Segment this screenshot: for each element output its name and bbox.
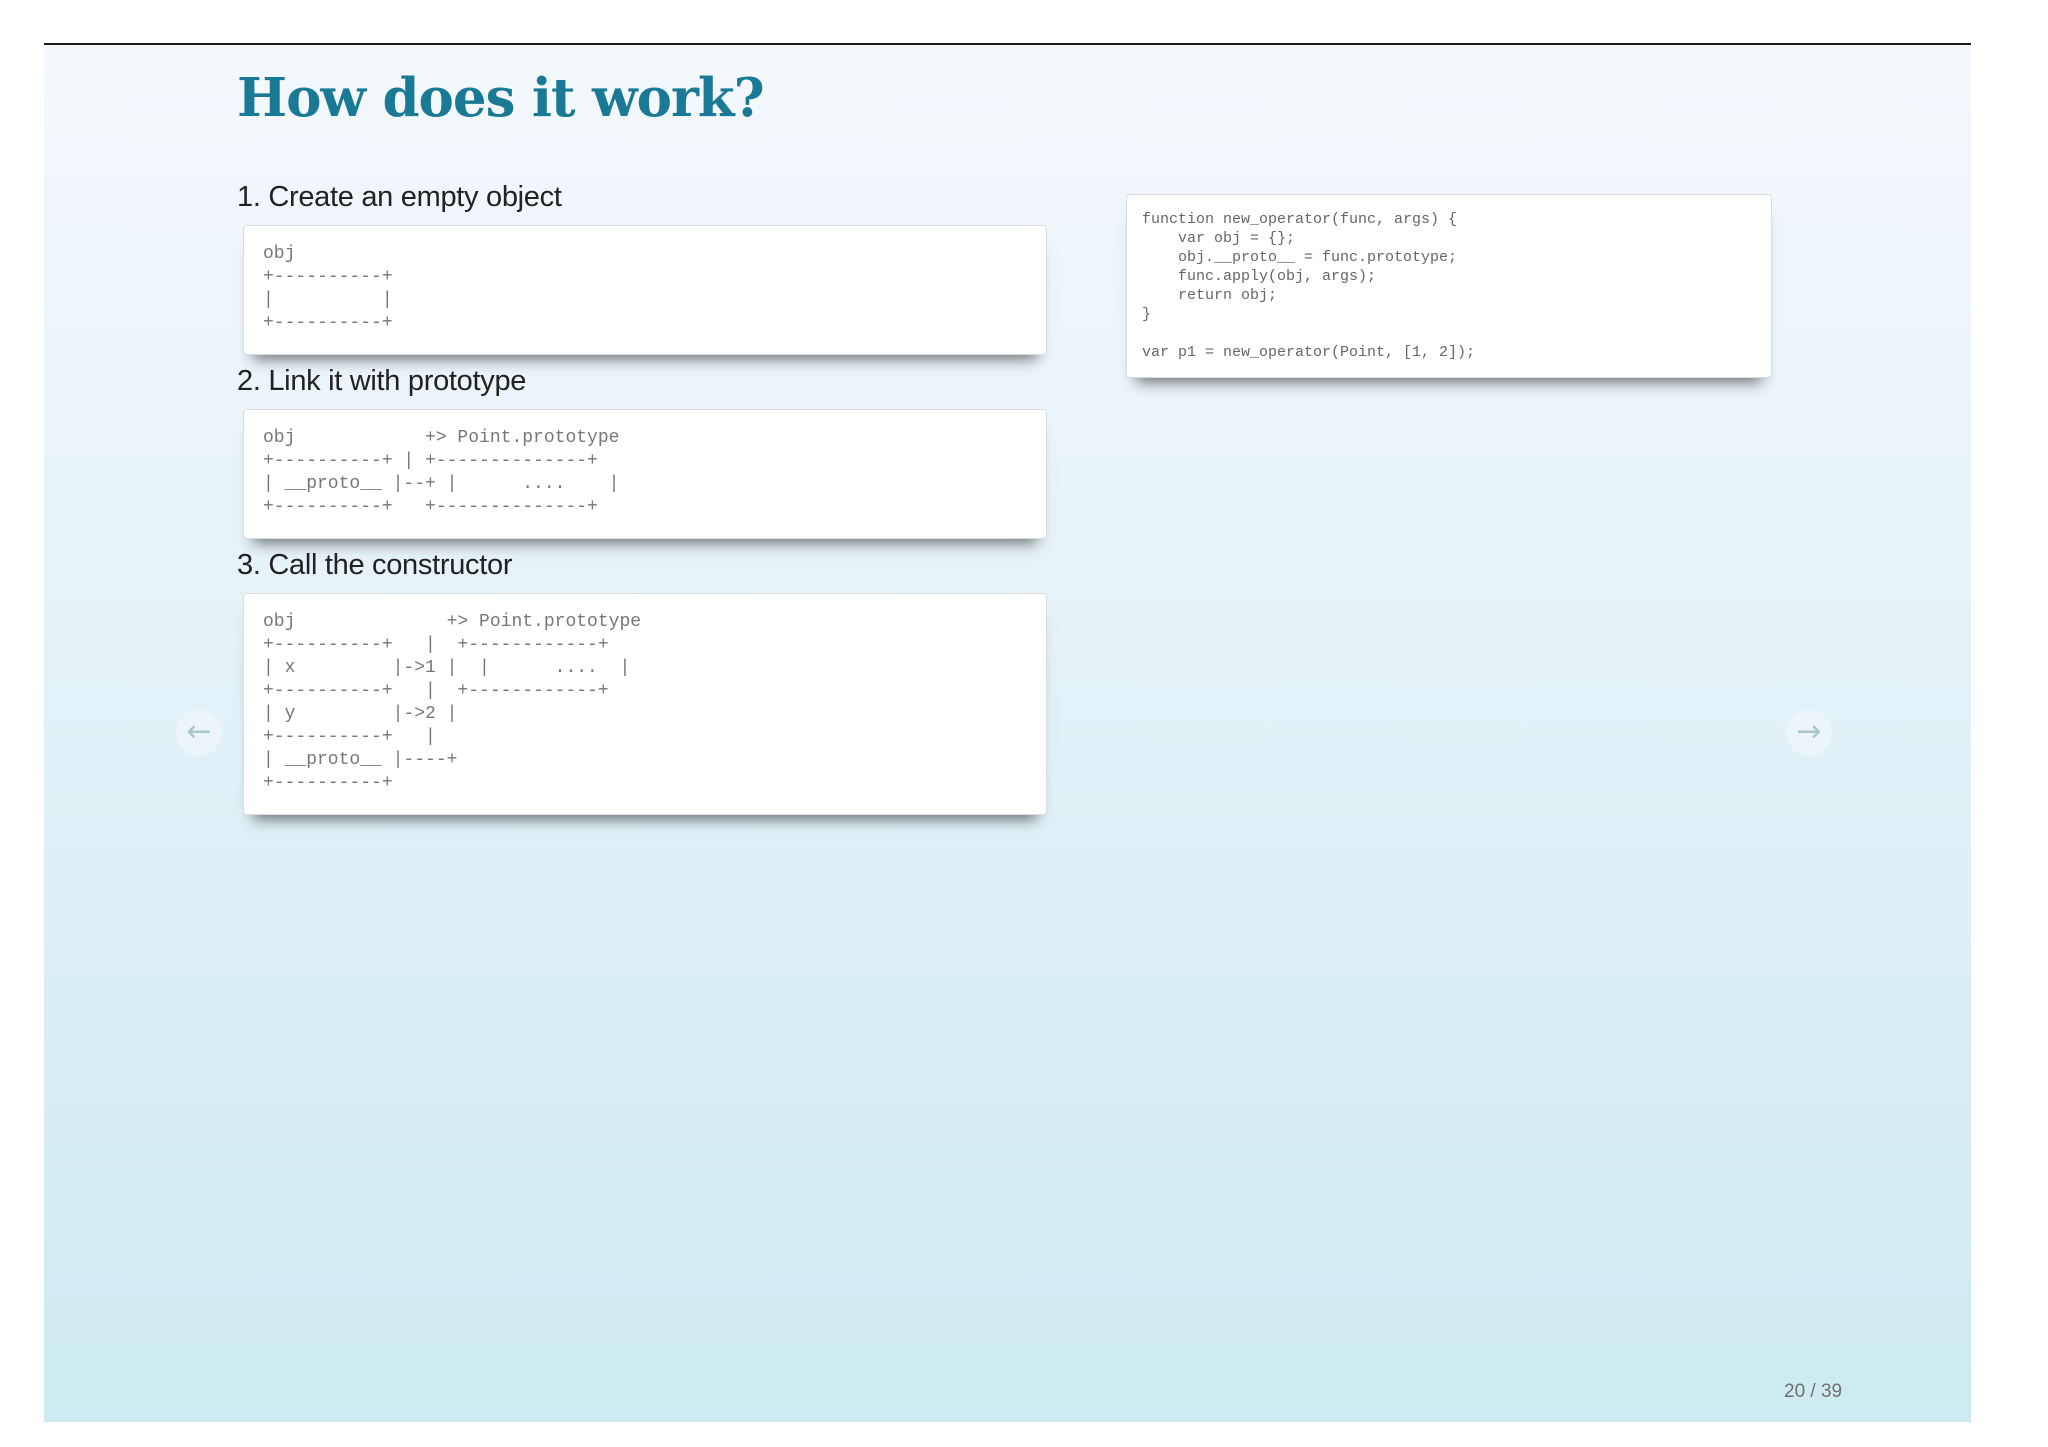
screen: How does it work? 1. Create an empty obj…: [0, 0, 2048, 1447]
step-3-title: 3. Call the constructor: [237, 549, 513, 581]
step-1-diagram-card: obj +----------+ | | +----------+: [243, 225, 1047, 355]
step-3-diagram-card: obj +> Point.prototype +----------+ | +-…: [243, 593, 1047, 815]
step-1-title: 1. Create an empty object: [237, 181, 562, 213]
arrow-left-icon: ←: [186, 714, 212, 749]
slide-page-number: 20 / 39: [1784, 1381, 1843, 1402]
next-slide-button[interactable]: →: [1786, 710, 1832, 756]
step-2-diagram: obj +> Point.prototype +----------+ | +-…: [263, 428, 620, 517]
arrow-right-icon: →: [1796, 714, 1822, 749]
slide-title: How does it work?: [237, 67, 765, 129]
code-sample-card: function new_operator(func, args) { var …: [1126, 194, 1772, 378]
step-3-diagram: obj +> Point.prototype +----------+ | +-…: [263, 612, 642, 793]
prev-slide-button[interactable]: ←: [176, 710, 222, 756]
step-2-diagram-card: obj +> Point.prototype +----------+ | +-…: [243, 409, 1047, 539]
step-2-title: 2. Link it with prototype: [237, 365, 527, 397]
presentation-slide: How does it work? 1. Create an empty obj…: [44, 43, 1971, 1422]
code-sample: function new_operator(func, args) { var …: [1142, 211, 1476, 361]
step-1-diagram: obj +----------+ | | +----------+: [263, 244, 393, 333]
